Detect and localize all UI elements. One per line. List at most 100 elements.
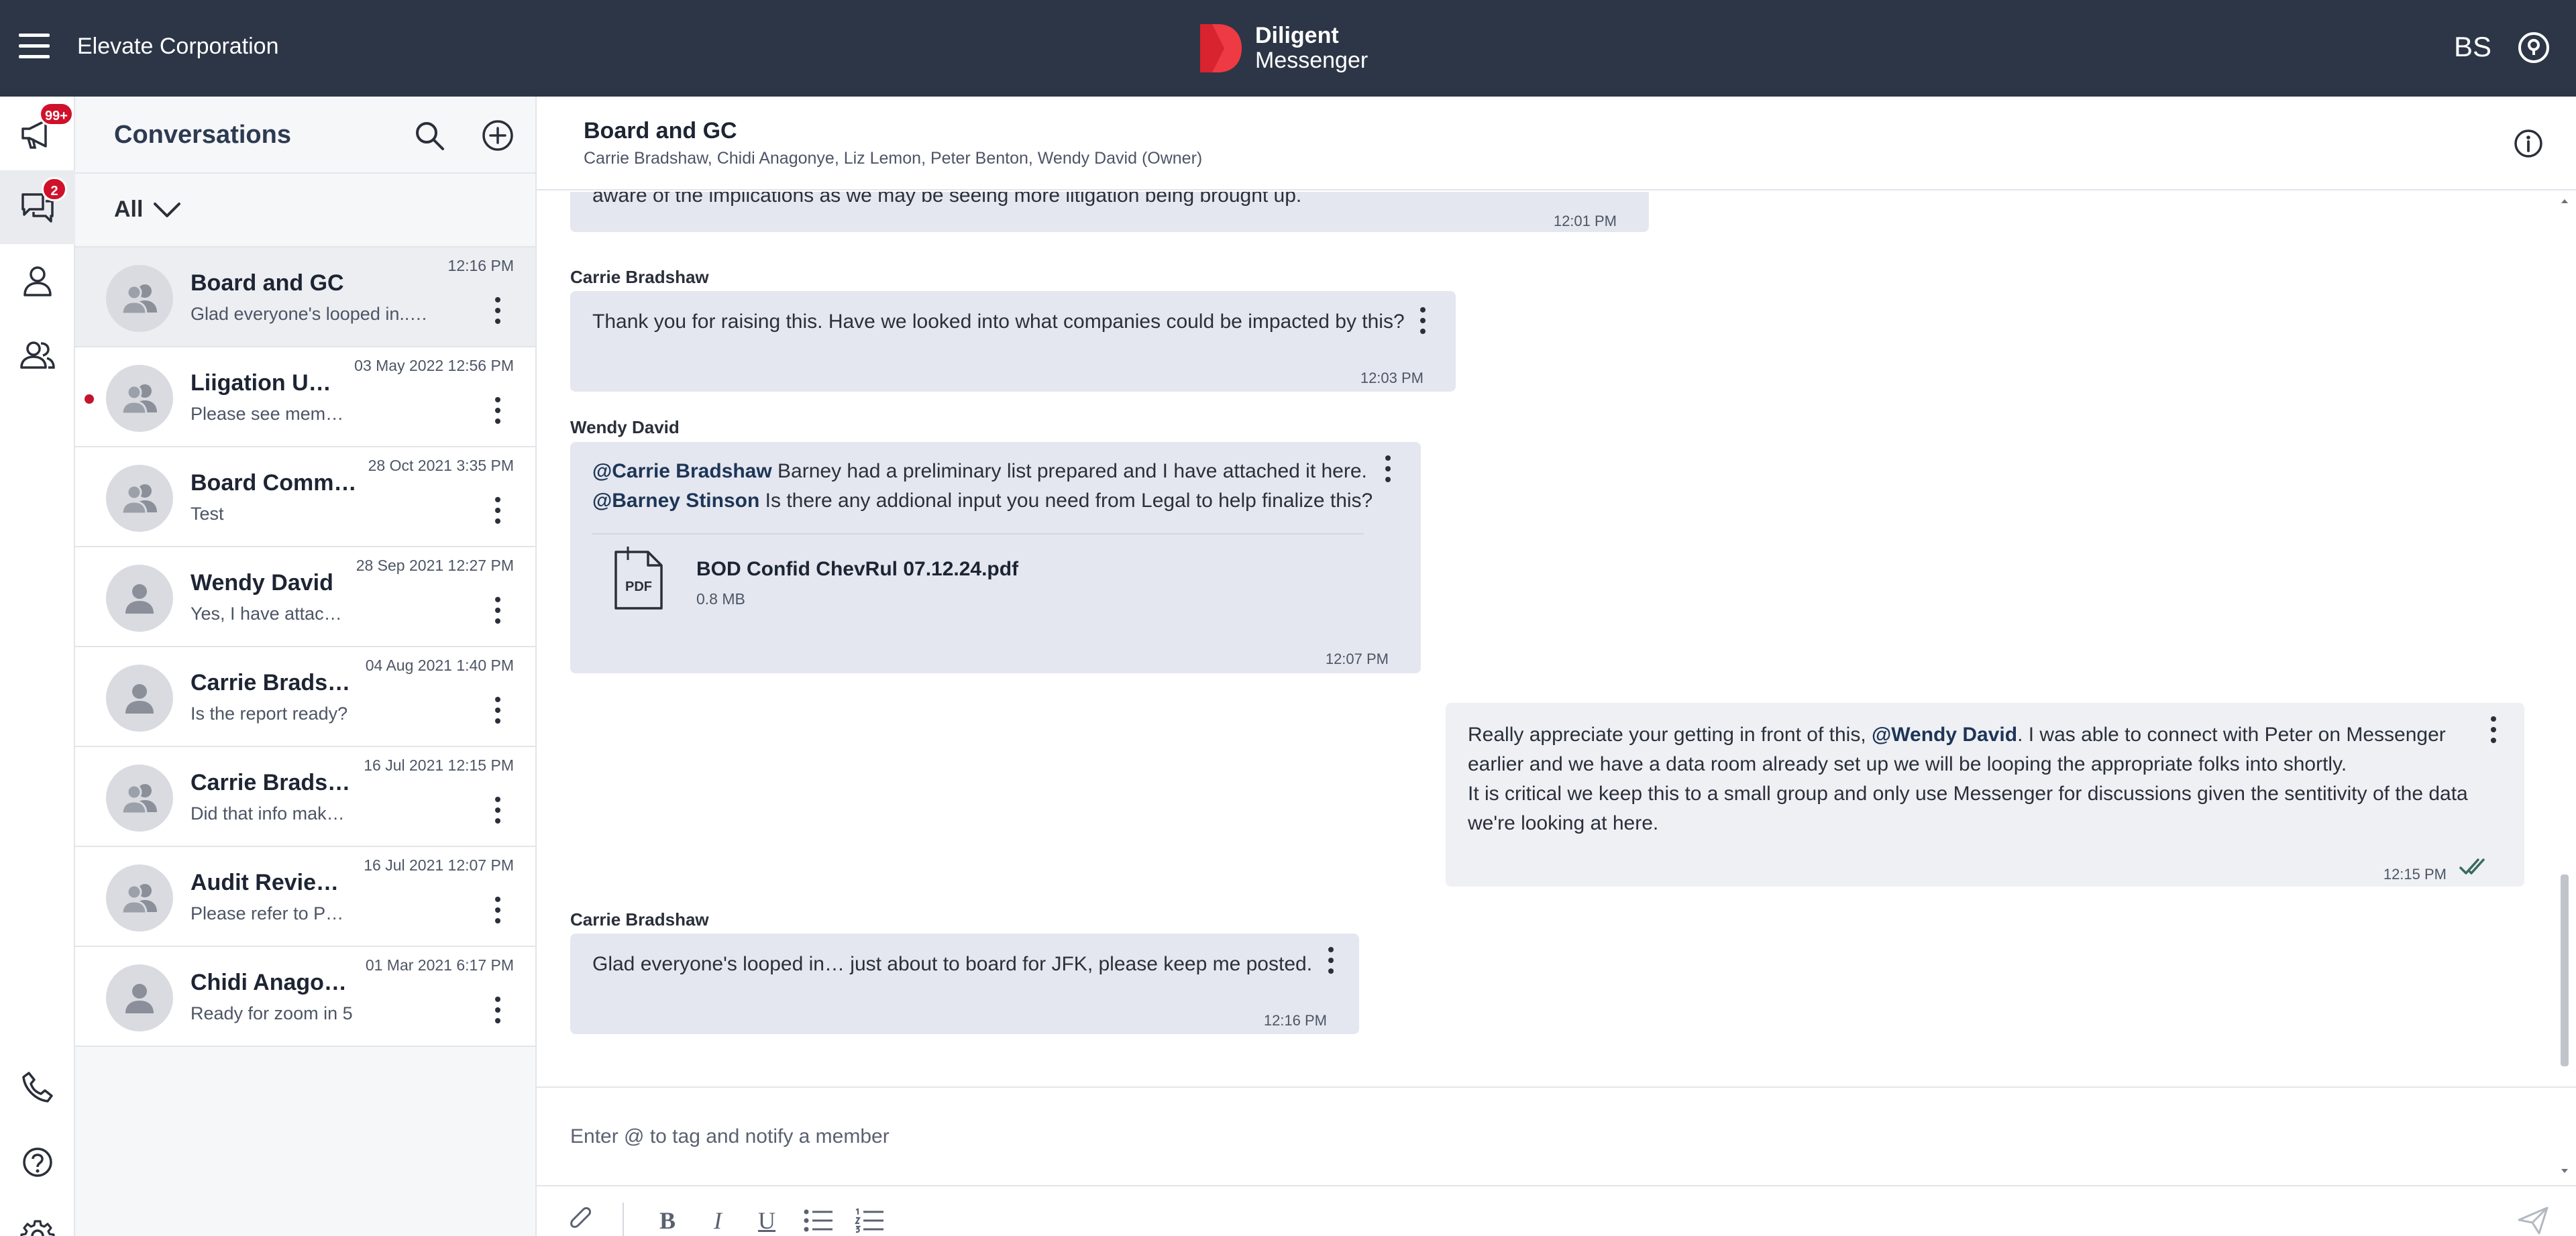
message-text-line: @Carrie Bradshaw Barney had a preliminar… [592, 457, 1367, 486]
message-bubble: Glad everyone's looped in… just about to… [570, 934, 1359, 1034]
scrollbar-thumb[interactable] [2561, 875, 2569, 1066]
conversation-more-icon[interactable] [494, 997, 502, 1026]
chats-badge: 2 [42, 177, 67, 201]
bullet-list-icon [804, 1209, 833, 1232]
menu-icon[interactable] [19, 34, 50, 63]
message-bubble-own: Really appreciate your getting in front … [1446, 703, 2524, 887]
new-conversation-icon[interactable] [479, 117, 517, 154]
user-avatar[interactable]: BS [2454, 31, 2491, 63]
attach-file-button[interactable] [565, 1204, 598, 1236]
conversation-item-wendy-david[interactable]: Wendy David Yes, I have attac… 28 Sep 20… [75, 547, 535, 647]
conversation-more-icon[interactable] [494, 797, 502, 826]
mention-barney-stinson[interactable]: @Barney Stinson [592, 490, 759, 512]
account-glyph-icon [2528, 39, 2540, 55]
account-icon[interactable] [2518, 32, 2549, 63]
send-icon [2518, 1206, 2548, 1235]
group-avatar-icon [121, 384, 157, 415]
pdf-file-icon: PDF [614, 547, 663, 610]
conversation-more-icon[interactable] [494, 497, 502, 526]
bold-button[interactable]: B [651, 1204, 684, 1236]
message-time: 12:15 PM [2383, 866, 2447, 883]
group-avatar [106, 265, 173, 332]
conversation-item-audit-review[interactable]: Audit Revie… Please refer to P… 16 Jul 2… [75, 847, 535, 947]
phone-icon [22, 1072, 53, 1103]
attachment-name: BOD Confid ChevRul 07.12.24.pdf [696, 558, 1019, 580]
filter-row: All [75, 174, 535, 247]
brand-product: Messenger [1255, 48, 1368, 73]
message-text: aware of the implications as we may be s… [592, 192, 1302, 207]
search-icon[interactable] [411, 117, 448, 154]
italic-button[interactable]: I [701, 1204, 735, 1236]
pdf-attachment[interactable]: PDF BOD Confid ChevRul 07.12.24.pdf 0.8 … [590, 543, 1060, 616]
message-input[interactable] [570, 1088, 2516, 1185]
message-text: Really appreciate your getting in front … [1468, 724, 1872, 746]
conversation-item-litigation[interactable]: Liigation U… Please see mem… 03 May 2022… [75, 347, 535, 447]
conversation-more-icon[interactable] [494, 297, 502, 327]
mention-wendy-david[interactable]: @Wendy David [1872, 724, 2017, 746]
groups-button[interactable] [0, 318, 75, 392]
diligent-logo-icon [1200, 24, 1242, 72]
messenger-app: Elevate Corporation Diligent Messenger B… [0, 0, 2576, 1236]
top-bar: Elevate Corporation Diligent Messenger B… [0, 0, 2576, 97]
message-more-icon[interactable] [1419, 307, 1427, 337]
chats-button[interactable]: 2 [0, 170, 75, 244]
mention-carrie-bradshaw[interactable]: @Carrie Bradshaw [592, 460, 772, 482]
conversation-preview: Please see mem… [191, 404, 344, 424]
person-avatar-icon [125, 984, 154, 1013]
message-bubble: @Carrie Bradshaw Barney had a preliminar… [570, 442, 1421, 673]
message-bubble: aware of the implications as we may be s… [570, 192, 1649, 232]
message-time: 12:16 PM [1263, 1012, 1327, 1029]
people-icon [20, 341, 55, 369]
message-more-icon[interactable] [2489, 716, 2498, 746]
conversation-more-icon[interactable] [494, 397, 502, 427]
settings-button[interactable] [0, 1199, 75, 1236]
conversation-name: Audit Revie… [191, 870, 339, 895]
gear-icon [20, 1220, 55, 1236]
message-more-icon[interactable] [1384, 455, 1392, 485]
numbered-list-button[interactable] [851, 1204, 888, 1236]
chevron-down-icon [154, 202, 181, 217]
announcements-button[interactable]: 99+ [0, 97, 75, 170]
send-button[interactable] [2514, 1204, 2552, 1236]
chat-members: Carrie Bradshaw, Chidi Anagonye, Liz Lem… [584, 149, 1203, 168]
conversation-filter-dropdown[interactable]: All [114, 196, 182, 223]
conversation-preview: Is the report ready? [191, 704, 348, 724]
conversation-more-icon[interactable] [494, 697, 502, 726]
conversation-list: Board and GC Glad everyone's looped in..… [75, 247, 535, 1047]
conversation-time: 01 Mar 2021 6:17 PM [365, 956, 514, 974]
organization-name: Elevate Corporation [77, 34, 279, 59]
underline-button[interactable]: U [750, 1204, 784, 1236]
message-sender: Carrie Bradshaw [570, 909, 709, 930]
message-time: 12:07 PM [1325, 651, 1389, 667]
bullet-list-button[interactable] [800, 1204, 837, 1236]
format-toolbar: B I U [537, 1185, 2576, 1236]
group-avatar-icon [121, 284, 157, 315]
conversation-preview: Did that info mak… [191, 803, 345, 824]
brand-name: Diligent [1255, 23, 1339, 49]
calls-button[interactable] [0, 1050, 75, 1124]
info-icon[interactable] [2514, 129, 2543, 158]
attachment-type: PDF [625, 579, 652, 594]
conversation-more-icon[interactable] [494, 597, 502, 626]
message-more-icon[interactable] [1327, 947, 1335, 976]
attachment-size: 0.8 MB [696, 590, 745, 608]
contacts-button[interactable] [0, 244, 75, 318]
conversation-item-board-and-gc[interactable]: Board and GC Glad everyone's looped in..… [75, 247, 535, 347]
help-button[interactable] [0, 1125, 75, 1199]
group-avatar [106, 765, 173, 832]
conversation-item-board-committee[interactable]: Board Comm… Test 28 Oct 2021 3:35 PM [75, 447, 535, 547]
scroll-up-icon[interactable] [2559, 196, 2570, 207]
message-time: 12:01 PM [1553, 213, 1617, 229]
conversation-time: 16 Jul 2021 12:07 PM [364, 856, 514, 874]
conversation-item-carrie-bradshaw[interactable]: Carrie Brads… Is the report ready? 04 Au… [75, 647, 535, 747]
message-sender: Wendy David [570, 417, 680, 437]
conversation-item-chidi-anagonye[interactable]: Chidi Anago… Ready for zoom in 5 01 Mar … [75, 947, 535, 1047]
conversations-header: Conversations [75, 97, 535, 174]
message-time: 12:03 PM [1360, 370, 1424, 386]
conversation-item-carrie-bradshaw-group[interactable]: Carrie Brads… Did that info mak… 16 Jul … [75, 747, 535, 847]
conversation-name: Carrie Brads… [191, 770, 351, 795]
filter-label: All [114, 196, 144, 222]
conversation-more-icon[interactable] [494, 897, 502, 926]
conversation-name: Board and GC [191, 270, 344, 296]
conversation-time: 16 Jul 2021 12:15 PM [364, 756, 514, 774]
